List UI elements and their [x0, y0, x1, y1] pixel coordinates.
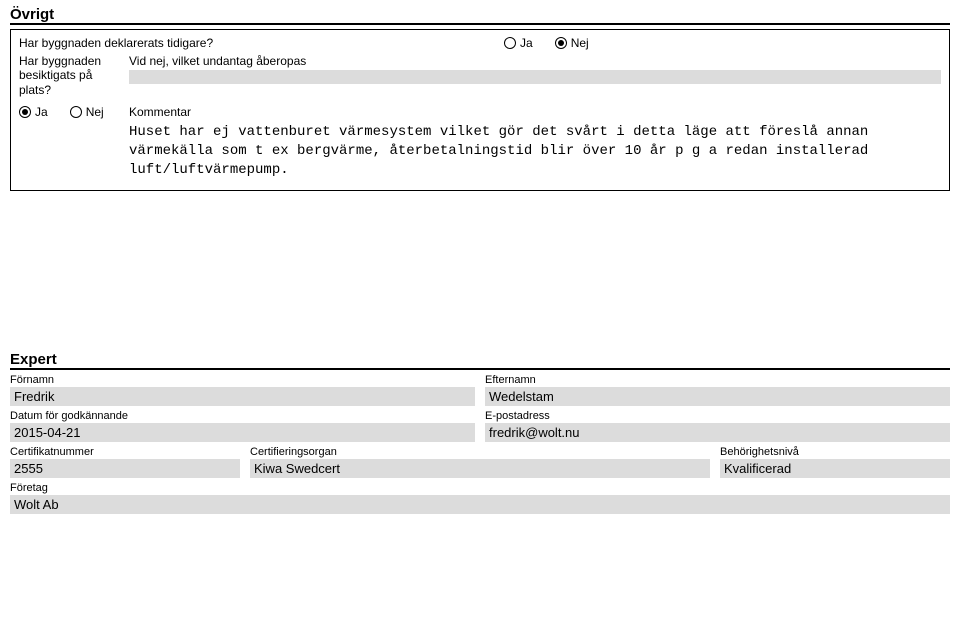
ovrigt-heading: Övrigt — [10, 6, 950, 25]
cert-value: 2555 — [10, 459, 240, 478]
radio-besiktigats-ja[interactable]: Ja — [19, 105, 48, 119]
kommentar-text: Huset har ej vattenburet värmesystem vil… — [129, 123, 941, 180]
kommentar-field: Kommentar Huset har ej vattenburet värme… — [129, 105, 941, 180]
fornamn-label: Förnamn — [10, 374, 475, 386]
niva-label: Behörighetsnivå — [720, 446, 950, 458]
field-certifieringsorgan: Certifieringsorgan Kiwa Swedcert — [250, 446, 710, 478]
fornamn-value: Fredrik — [10, 387, 475, 406]
radio-label-nej: Nej — [86, 105, 104, 119]
row-kommentar: Ja Nej Kommentar Huset har ej vattenbure… — [19, 105, 941, 180]
foretag-label: Företag — [10, 482, 950, 494]
ovrigt-box: Har byggnaden deklarerats tidigare? Ja N… — [10, 29, 950, 191]
expert-row-foretag: Företag Wolt Ab — [10, 482, 950, 514]
field-fornamn: Förnamn Fredrik — [10, 374, 475, 406]
radio-icon — [504, 37, 516, 49]
organ-label: Certifieringsorgan — [250, 446, 710, 458]
datum-label: Datum för godkännande — [10, 410, 475, 422]
expert-heading: Expert — [10, 351, 950, 370]
radio-icon — [19, 106, 31, 118]
radio-deklarerats-nej[interactable]: Nej — [555, 36, 589, 50]
row-deklarerats: Har byggnaden deklarerats tidigare? Ja N… — [19, 36, 941, 50]
field-certifikatnummer: Certifikatnummer 2555 — [10, 446, 240, 478]
row-besiktigats: Har byggnaden besiktigats på plats? Vid … — [19, 54, 941, 97]
undantag-label: Vid nej, vilket undantag åberopas — [129, 54, 941, 68]
radio-label-nej: Nej — [571, 36, 589, 50]
radio-label-ja: Ja — [520, 36, 533, 50]
kommentar-label: Kommentar — [129, 105, 941, 119]
foretag-value: Wolt Ab — [10, 495, 950, 514]
undantag-input[interactable] — [129, 70, 941, 84]
radio-label-ja: Ja — [35, 105, 48, 119]
cert-label: Certifikatnummer — [10, 446, 240, 458]
epost-label: E-postadress — [485, 410, 950, 422]
radio-icon — [555, 37, 567, 49]
datum-value: 2015-04-21 — [10, 423, 475, 442]
ovrigt-section: Övrigt Har byggnaden deklarerats tidigar… — [10, 6, 950, 191]
radio-deklarerats-ja[interactable]: Ja — [504, 36, 533, 50]
field-epost: E-postadress fredrik@wolt.nu — [485, 410, 950, 442]
field-behorighetsniva: Behörighetsnivå Kvalificerad — [720, 446, 950, 478]
expert-row-datum-epost: Datum för godkännande 2015-04-21 E-posta… — [10, 410, 950, 442]
expert-section: Expert Förnamn Fredrik Efternamn Wedelst… — [10, 351, 950, 514]
radio-besiktigats-group: Ja Nej — [19, 105, 119, 119]
organ-value: Kiwa Swedcert — [250, 459, 710, 478]
expert-row-name: Förnamn Fredrik Efternamn Wedelstam — [10, 374, 950, 406]
question-besiktigats: Har byggnaden besiktigats på plats? — [19, 54, 119, 97]
question-deklarerats: Har byggnaden deklarerats tidigare? — [19, 36, 504, 50]
radio-icon — [70, 106, 82, 118]
field-foretag: Företag Wolt Ab — [10, 482, 950, 514]
expert-row-cert: Certifikatnummer 2555 Certifieringsorgan… — [10, 446, 950, 478]
field-datum: Datum för godkännande 2015-04-21 — [10, 410, 475, 442]
undantag-field: Vid nej, vilket undantag åberopas — [129, 54, 941, 84]
epost-value: fredrik@wolt.nu — [485, 423, 950, 442]
efternamn-label: Efternamn — [485, 374, 950, 386]
niva-value: Kvalificerad — [720, 459, 950, 478]
efternamn-value: Wedelstam — [485, 387, 950, 406]
radio-besiktigats-nej[interactable]: Nej — [70, 105, 104, 119]
field-efternamn: Efternamn Wedelstam — [485, 374, 950, 406]
